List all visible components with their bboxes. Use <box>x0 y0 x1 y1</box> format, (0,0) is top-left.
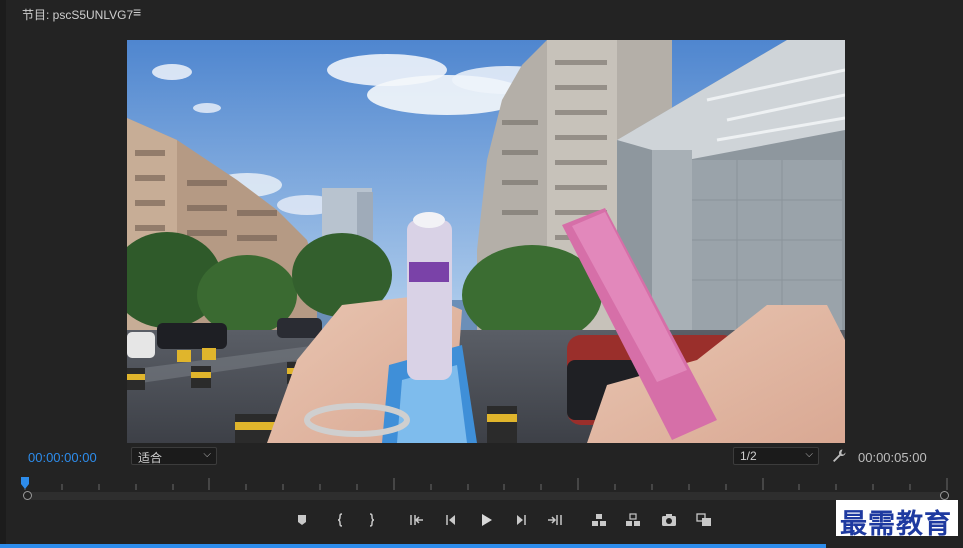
go-to-in-button[interactable] <box>407 510 427 530</box>
play-button[interactable] <box>476 510 496 530</box>
watermark-text: 最需教育 <box>840 509 952 540</box>
camera-icon <box>662 514 676 526</box>
transport-controls <box>0 510 963 532</box>
brace-right-icon <box>369 513 375 527</box>
step-forward-icon <box>517 515 526 525</box>
panel-menu-icon[interactable]: ≡ <box>133 4 141 20</box>
lift-button[interactable] <box>589 510 609 530</box>
mark-in-button[interactable] <box>330 510 350 530</box>
fit-dropdown[interactable]: 适合 ⌵ <box>131 447 217 465</box>
chevron-down-icon: ⌵ <box>203 449 211 460</box>
marker-icon <box>298 515 306 525</box>
panel-header: 节目: pscS5UNLVG7 ≡ <box>0 0 963 26</box>
go-to-out-icon <box>548 515 562 525</box>
go-to-in-icon <box>410 515 423 525</box>
go-to-out-button[interactable] <box>545 510 565 530</box>
resolution-dropdown-value: 1/2 <box>740 449 757 463</box>
step-back-button[interactable] <box>441 510 461 530</box>
playback-scrubber[interactable] <box>24 492 948 500</box>
duration-timecode: 00:00:05:00 <box>858 450 927 465</box>
add-marker-button[interactable] <box>292 510 312 530</box>
lift-icon <box>592 514 606 526</box>
video-frame-image <box>127 40 845 443</box>
panel-edge <box>0 0 6 548</box>
time-ruler[interactable] <box>24 476 948 492</box>
extract-button[interactable] <box>623 510 643 530</box>
playback-resolution-dropdown[interactable]: 1/2 ⌵ <box>733 447 819 465</box>
watermark-logo: 最需教育 <box>836 500 958 540</box>
brace-left-icon <box>337 513 343 527</box>
step-back-icon <box>446 515 455 525</box>
compare-icon <box>696 513 711 526</box>
playhead[interactable] <box>21 476 29 489</box>
active-panel-indicator <box>0 544 826 548</box>
program-monitor-panel: 节目: pscS5UNLVG7 ≡ 00:00:00:00 适合 ⌵ 1/2 ⌵… <box>0 0 963 548</box>
video-preview[interactable] <box>127 40 845 443</box>
settings-wrench-icon[interactable] <box>831 448 847 464</box>
extract-icon <box>626 513 640 526</box>
step-forward-button[interactable] <box>511 510 531 530</box>
play-icon <box>482 514 492 526</box>
current-timecode[interactable]: 00:00:00:00 <box>28 450 97 465</box>
zoom-scroll-handle-right[interactable] <box>940 491 949 500</box>
panel-title[interactable]: 节目: pscS5UNLVG7 <box>22 6 133 23</box>
export-frame-button[interactable] <box>659 510 679 530</box>
mark-out-button[interactable] <box>362 510 382 530</box>
chevron-down-icon: ⌵ <box>805 449 813 460</box>
compare-view-button[interactable] <box>694 510 714 530</box>
fit-dropdown-value: 适合 <box>138 451 163 465</box>
zoom-scroll-handle-left[interactable] <box>23 491 32 500</box>
